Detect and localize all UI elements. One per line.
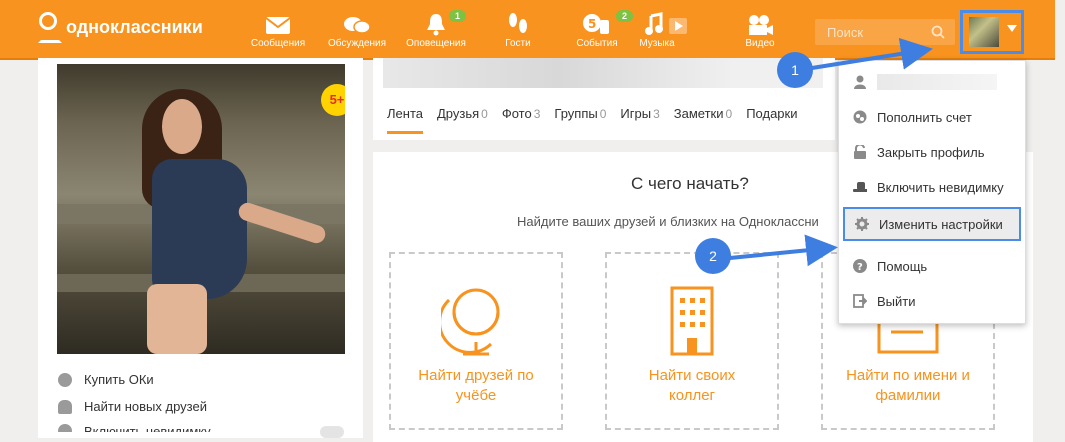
annotation-arrows bbox=[729, 37, 933, 267]
arrow-2 bbox=[729, 234, 838, 267]
step-marker-1: 1 bbox=[777, 52, 813, 88]
arrow-1 bbox=[811, 37, 933, 70]
step-marker-2: 2 bbox=[695, 238, 731, 274]
